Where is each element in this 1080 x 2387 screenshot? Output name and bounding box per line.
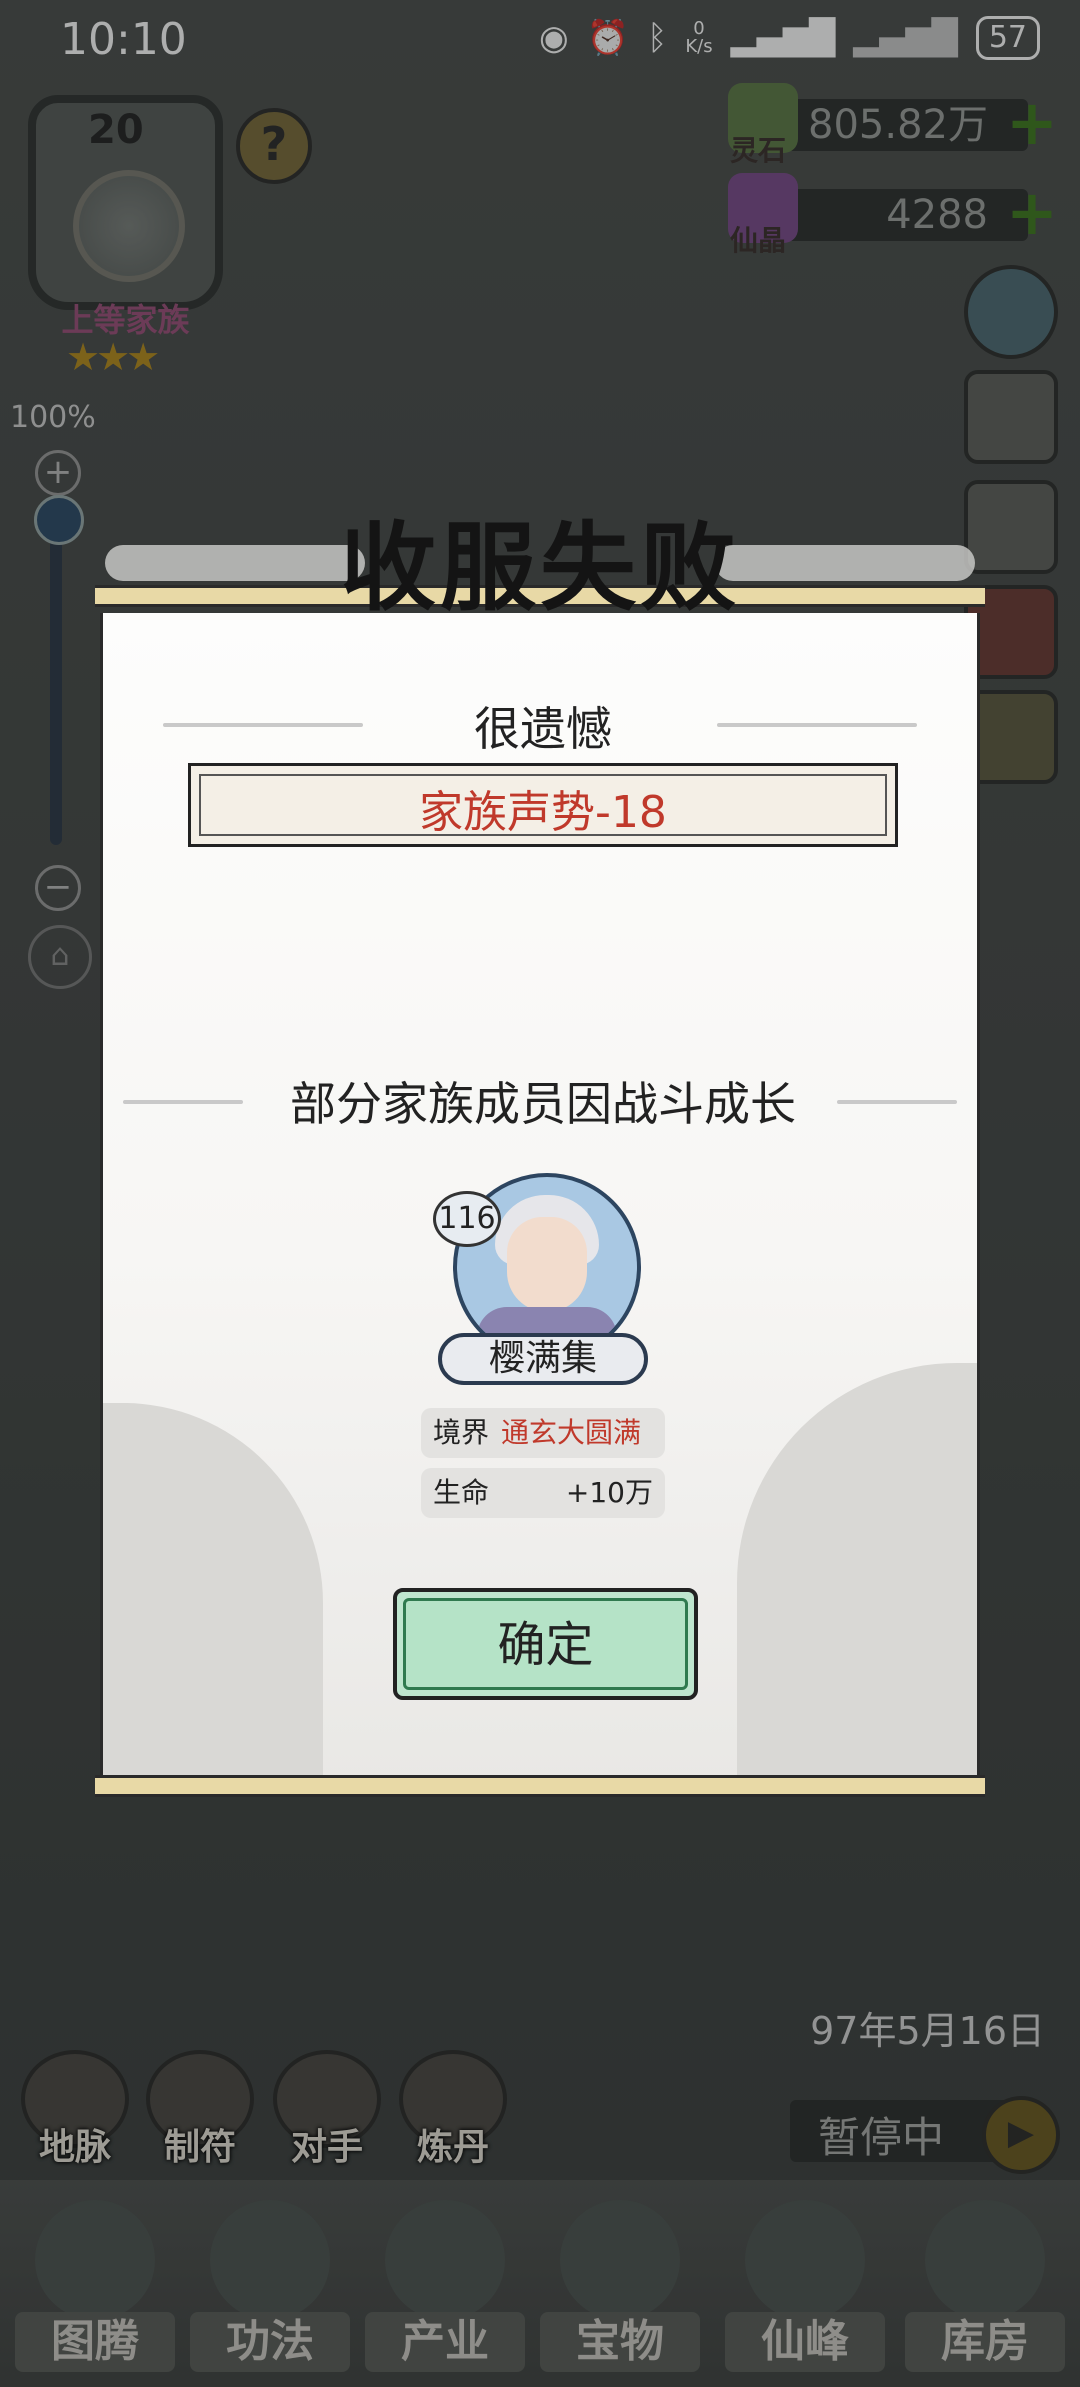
realm-label: 境界 xyxy=(433,1416,490,1449)
prestige-change-box: 家族声势-18 xyxy=(188,763,898,847)
stat-realm-row: 境界 通玄大圆满 xyxy=(421,1408,665,1458)
life-label: 生命 xyxy=(433,1476,490,1509)
prestige-change-text: 家族声势-18 xyxy=(419,787,667,838)
mountain-decoration xyxy=(103,1403,323,1783)
dialog-panel: 很遗憾 家族声势-18 部分家族成员因战斗成长 116 樱满集 境界 通玄大圆满 xyxy=(95,585,985,1800)
life-value: +10万 xyxy=(565,1476,653,1509)
scroll-bottom-bar xyxy=(95,1775,985,1797)
member-level-badge: 116 xyxy=(433,1191,501,1247)
stat-life-row: 生命 +10万 xyxy=(421,1468,665,1518)
growth-title: 部分家族成员因战斗成长 xyxy=(290,1077,796,1131)
confirm-button[interactable]: 确定 xyxy=(393,1588,698,1700)
dialog-title: 收服失败 xyxy=(340,511,740,624)
capture-failed-dialog: 很遗憾 家族声势-18 部分家族成员因战斗成长 116 樱满集 境界 通玄大圆满 xyxy=(95,511,985,1805)
realm-value: 通玄大圆满 xyxy=(501,1416,642,1449)
confirm-button-label: 确定 xyxy=(403,1598,688,1690)
dialog-subtitle: 很遗憾 xyxy=(474,702,612,756)
mountain-decoration xyxy=(737,1363,977,1783)
member-name: 樱满集 xyxy=(438,1333,648,1385)
member-card: 116 樱满集 xyxy=(433,1153,653,1393)
dialog-body: 很遗憾 家族声势-18 部分家族成员因战斗成长 116 樱满集 境界 通玄大圆满 xyxy=(100,613,980,1783)
